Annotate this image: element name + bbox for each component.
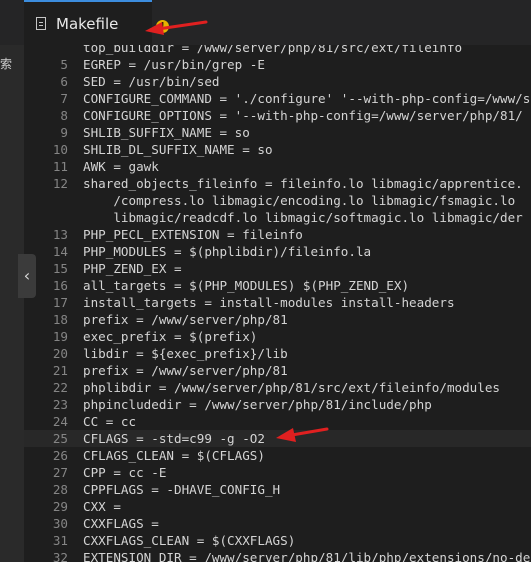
- line-text: CFLAGS = -std=c99 -g -O2: [83, 431, 265, 446]
- warning-icon: !: [156, 20, 169, 33]
- code-line[interactable]: 11 AWK = gawk: [24, 158, 531, 175]
- code-line[interactable]: 29 CXX =: [24, 498, 531, 515]
- line-text: PHP_MODULES = $(phplibdir)/fileinfo.la: [83, 244, 372, 259]
- line-number: 30: [52, 516, 68, 531]
- code-line[interactable]: 17 install_targets = install-modules inst…: [24, 294, 531, 311]
- line-text: CXX =: [83, 499, 121, 514]
- line-number: 28: [52, 482, 68, 497]
- line-number: 18: [52, 312, 68, 327]
- line-number: 10: [52, 142, 68, 157]
- code-line[interactable]: 31 CXXFLAGS_CLEAN = $(CXXFLAGS): [24, 532, 531, 549]
- file-icon: [36, 17, 46, 30]
- code-line[interactable]: 25 CFLAGS = -std=c99 -g -O2: [24, 430, 531, 447]
- line-text: PHP_PECL_EXTENSION = fileinfo: [83, 227, 303, 242]
- code-line[interactable]: 8 CONFIGURE_OPTIONS = '--with-php-config=…: [24, 107, 531, 124]
- line-number: 29: [52, 499, 68, 514]
- line-text: CFLAGS_CLEAN = $(CFLAGS): [83, 448, 265, 463]
- line-text: PHP_ZEND_EX =: [83, 261, 182, 276]
- line-text: SHLIB_DL_SUFFIX_NAME = so: [83, 142, 273, 157]
- line-number: 13: [52, 227, 68, 242]
- code-line[interactable]: 19 exec_prefix = $(prefix): [24, 328, 531, 345]
- sidebar-search-label[interactable]: 索: [0, 56, 24, 72]
- line-number: 9: [60, 125, 68, 140]
- line-text: SED = /usr/bin/sed: [83, 74, 220, 89]
- tab-makefile[interactable]: Makefile: [24, 0, 152, 45]
- line-number: 31: [52, 533, 68, 548]
- line-text: CXXFLAGS_CLEAN = $(CXXFLAGS): [83, 533, 296, 548]
- code-line[interactable]: 15 PHP_ZEND_EX =: [24, 260, 531, 277]
- left-panel-header: [0, 0, 24, 45]
- code-line[interactable]: 16 all_targets = $(PHP_MODULES) $(PHP_ZEN…: [24, 277, 531, 294]
- line-text: top_builddir = /www/server/php/81/src/ex…: [83, 45, 463, 55]
- code-line[interactable]: 7 CONFIGURE_COMMAND = './configure' '--wi…: [24, 90, 531, 107]
- tab-title: Makefile: [56, 14, 119, 33]
- line-number: 23: [52, 397, 68, 412]
- code-editor[interactable]: top_builddir = /www/server/php/81/src/ex…: [24, 45, 531, 562]
- code-line[interactable]: libmagic/readcdf.lo libmagic/softmagic.l…: [24, 209, 531, 226]
- line-number: 25: [52, 431, 68, 446]
- line-number: 32: [52, 550, 68, 562]
- line-text: SHLIB_SUFFIX_NAME = so: [83, 125, 250, 140]
- line-text: all_targets = $(PHP_MODULES) $(PHP_ZEND_…: [83, 278, 410, 293]
- line-number: 21: [52, 363, 68, 378]
- line-text: /compress.lo libmagic/encoding.lo libmag…: [83, 193, 516, 208]
- code-line[interactable]: 13 PHP_PECL_EXTENSION = fileinfo: [24, 226, 531, 243]
- line-text: AWK = gawk: [83, 159, 159, 174]
- line-number: 24: [52, 414, 68, 429]
- code-line[interactable]: 30 CXXFLAGS =: [24, 515, 531, 532]
- line-text: CPP = cc -E: [83, 465, 167, 480]
- line-number: 11: [52, 159, 68, 174]
- line-number: 12: [52, 176, 68, 191]
- line-text: libdir = ${exec_prefix}/lib: [83, 346, 288, 361]
- tab-bar: Makefile !: [24, 0, 531, 45]
- line-number: 27: [52, 465, 68, 480]
- line-number: 5: [60, 57, 68, 72]
- code-line[interactable]: 5 EGREP = /usr/bin/grep -E: [24, 56, 531, 73]
- code-line[interactable]: /compress.lo libmagic/encoding.lo libmag…: [24, 192, 531, 209]
- line-number: 8: [60, 108, 68, 123]
- line-number: 19: [52, 329, 68, 344]
- sidebar-collapse-button[interactable]: ‹: [18, 254, 36, 298]
- line-text: CC = cc: [83, 414, 137, 429]
- line-text: prefix = /www/server/php/81: [83, 312, 288, 327]
- chevron-left-icon: ‹: [23, 266, 31, 285]
- line-text: CPPFLAGS = -DHAVE_CONFIG_H: [83, 482, 281, 497]
- code-line[interactable]: 26 CFLAGS_CLEAN = $(CFLAGS): [24, 447, 531, 464]
- code-line[interactable]: 32 EXTENSION_DIR = /www/server/php/81/lib…: [24, 549, 531, 562]
- line-text: shared_objects_fileinfo = fileinfo.lo li…: [83, 176, 523, 191]
- code-line[interactable]: 10 SHLIB_DL_SUFFIX_NAME = so: [24, 141, 531, 158]
- code-line[interactable]: 28 CPPFLAGS = -DHAVE_CONFIG_H: [24, 481, 531, 498]
- code-line[interactable]: 20 libdir = ${exec_prefix}/lib: [24, 345, 531, 362]
- line-text: CXXFLAGS =: [83, 516, 159, 531]
- code-line[interactable]: 23 phpincludedir = /www/server/php/81/inc…: [24, 396, 531, 413]
- line-number: 22: [52, 380, 68, 395]
- code-line[interactable]: 14 PHP_MODULES = $(phplibdir)/fileinfo.la: [24, 243, 531, 260]
- line-text: CONFIGURE_OPTIONS = '--with-php-config=/…: [83, 108, 523, 123]
- code-line[interactable]: top_builddir = /www/server/php/81/src/ex…: [24, 45, 531, 56]
- line-number: 7: [60, 91, 68, 106]
- line-text: EGREP = /usr/bin/grep -E: [83, 57, 265, 72]
- line-text: prefix = /www/server/php/81: [83, 363, 288, 378]
- code-line[interactable]: 22 phplibdir = /www/server/php/81/src/ext…: [24, 379, 531, 396]
- code-line[interactable]: 6 SED = /usr/bin/sed: [24, 73, 531, 90]
- line-text: CONFIGURE_COMMAND = './configure' '--wit…: [83, 91, 531, 106]
- code-line[interactable]: 21 prefix = /www/server/php/81: [24, 362, 531, 379]
- code-line[interactable]: 24 CC = cc: [24, 413, 531, 430]
- line-text: libmagic/readcdf.lo libmagic/softmagic.l…: [83, 210, 523, 225]
- line-text: install_targets = install-modules instal…: [83, 295, 455, 310]
- code-line[interactable]: 12 shared_objects_fileinfo = fileinfo.lo …: [24, 175, 531, 192]
- code-line[interactable]: 9 SHLIB_SUFFIX_NAME = so: [24, 124, 531, 141]
- code-line[interactable]: 27 CPP = cc -E: [24, 464, 531, 481]
- line-text: exec_prefix = $(prefix): [83, 329, 258, 344]
- line-number: 20: [52, 346, 68, 361]
- line-text: phplibdir = /www/server/php/81/src/ext/f…: [83, 380, 501, 395]
- line-number: 26: [52, 448, 68, 463]
- line-text: EXTENSION_DIR = /www/server/php/81/lib/p…: [83, 550, 531, 562]
- line-text: phpincludedir = /www/server/php/81/inclu…: [83, 397, 432, 412]
- line-number: 6: [60, 74, 68, 89]
- code-line[interactable]: 18 prefix = /www/server/php/81: [24, 311, 531, 328]
